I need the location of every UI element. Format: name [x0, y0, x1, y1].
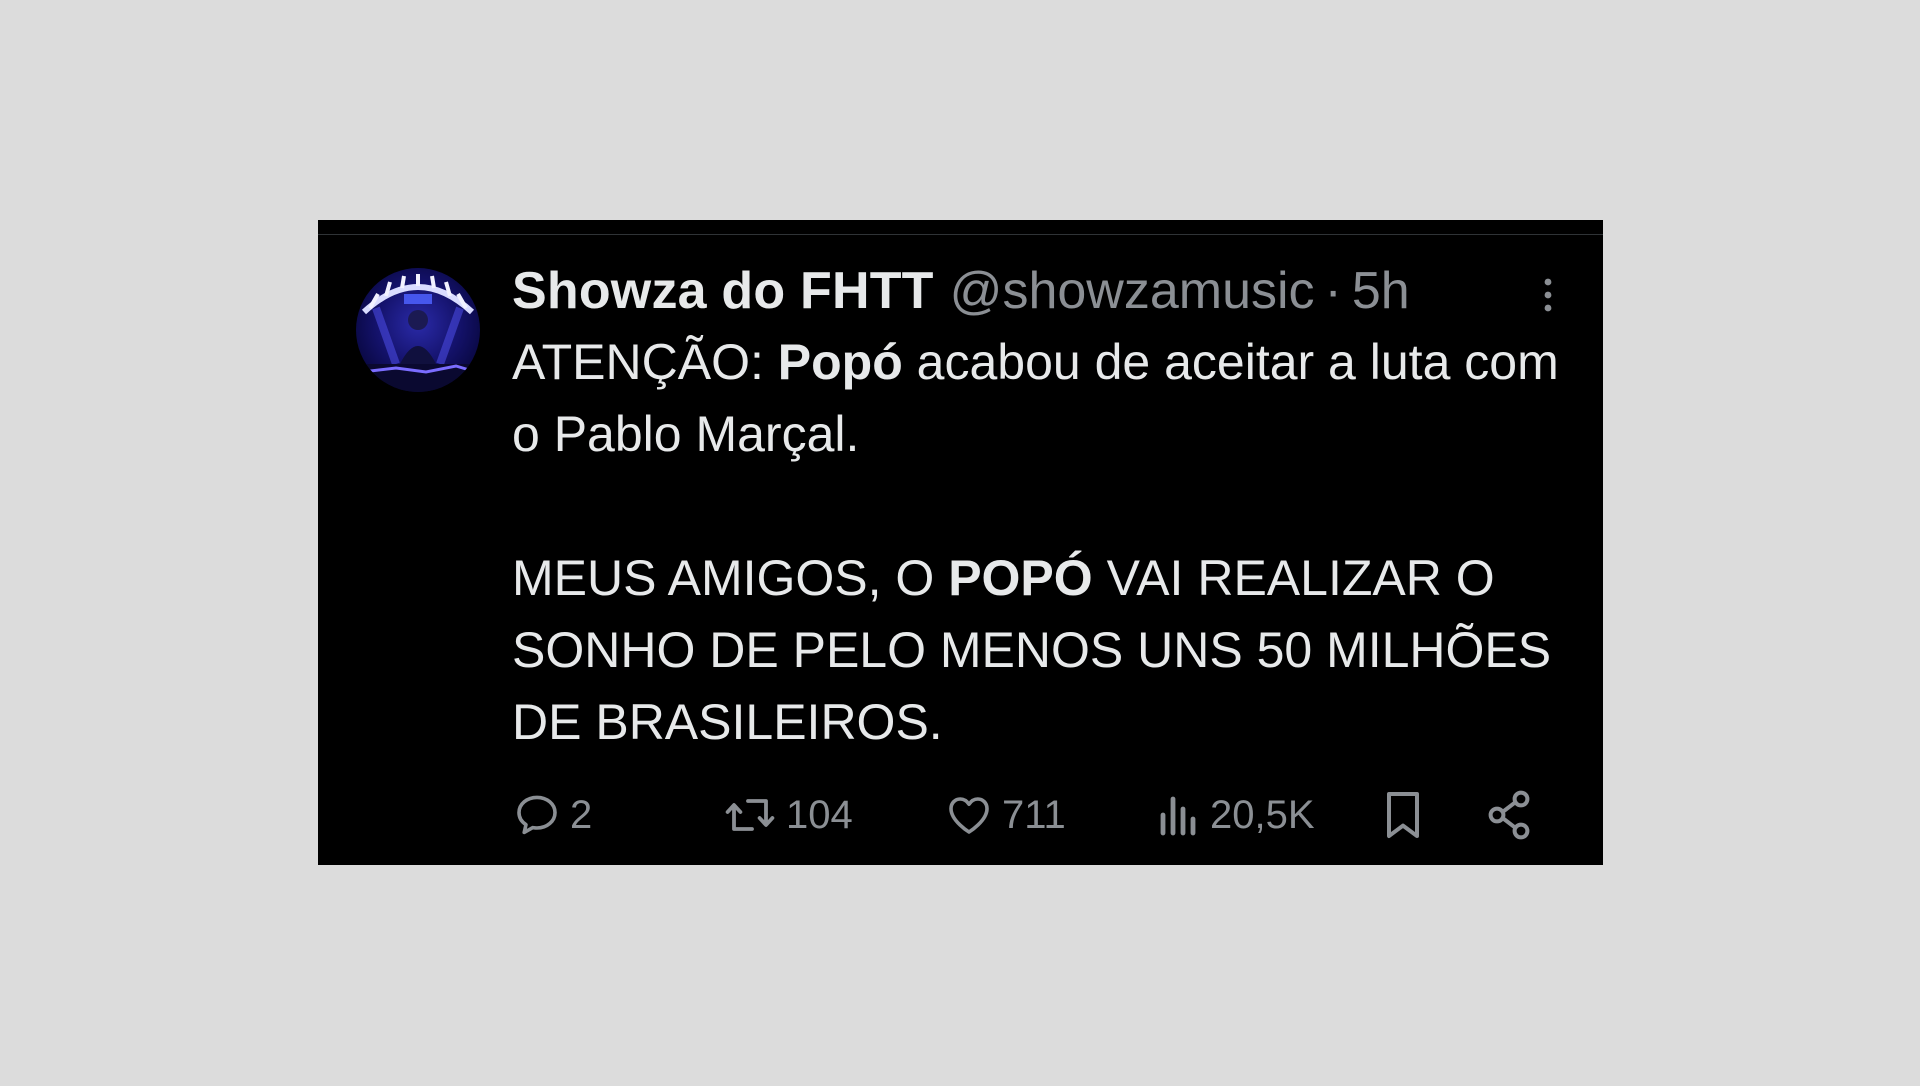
share-icon	[1488, 790, 1530, 840]
views-count: 20,5K	[1210, 792, 1315, 837]
separator-dot: ·	[1324, 262, 1342, 320]
retweet-button[interactable]: 104	[722, 780, 853, 850]
retweet-count: 104	[786, 792, 853, 837]
paragraph-2-prefix: MEUS AMIGOS, O	[512, 550, 949, 606]
top-divider	[318, 234, 1603, 235]
views-chart-icon	[1160, 796, 1196, 836]
tweet-card[interactable]: Showza do FHTT @showzamusic · 5h ATENÇÃO…	[318, 220, 1603, 865]
tweet-paragraph-1: ATENÇÃO: Popó acabou de aceitar a luta c…	[512, 326, 1572, 470]
like-count: 711	[1002, 792, 1066, 837]
like-button[interactable]: 711	[944, 780, 1066, 850]
more-options-icon	[1544, 278, 1552, 312]
tweet-actions: 2 104 711 20,5K	[512, 780, 1592, 850]
bookmark-button[interactable]	[1380, 780, 1426, 850]
reply-button[interactable]: 2	[512, 780, 592, 850]
share-button[interactable]	[1484, 780, 1534, 850]
paragraph-1-prefix: ATENÇÃO:	[512, 334, 778, 390]
user-handle[interactable]: @showzamusic	[950, 261, 1315, 321]
bookmark-icon	[1387, 792, 1419, 838]
avatar-image	[356, 274, 480, 392]
tweet-paragraph-2: MEUS AMIGOS, O POPÓ VAI REALIZAR O SONHO…	[512, 542, 1572, 758]
tweet-text: ATENÇÃO: Popó acabou de aceitar a luta c…	[512, 326, 1572, 758]
paragraph-2-bold: POPÓ	[948, 550, 1093, 606]
heart-icon	[949, 797, 989, 834]
display-name[interactable]: Showza do FHTT	[512, 261, 934, 321]
more-options-button[interactable]	[1528, 270, 1568, 320]
paragraph-1-bold: Popó	[777, 334, 903, 390]
reply-count: 2	[570, 792, 593, 837]
views-button[interactable]: 20,5K	[1156, 780, 1315, 850]
tweet-timestamp[interactable]: 5h	[1352, 261, 1410, 321]
screenshot-stage: Showza do FHTT @showzamusic · 5h ATENÇÃO…	[0, 0, 1920, 1086]
avatar[interactable]	[356, 268, 480, 392]
reply-icon	[517, 795, 557, 835]
tweet-header: Showza do FHTT @showzamusic · 5h	[512, 256, 1410, 326]
retweet-icon	[725, 799, 775, 831]
